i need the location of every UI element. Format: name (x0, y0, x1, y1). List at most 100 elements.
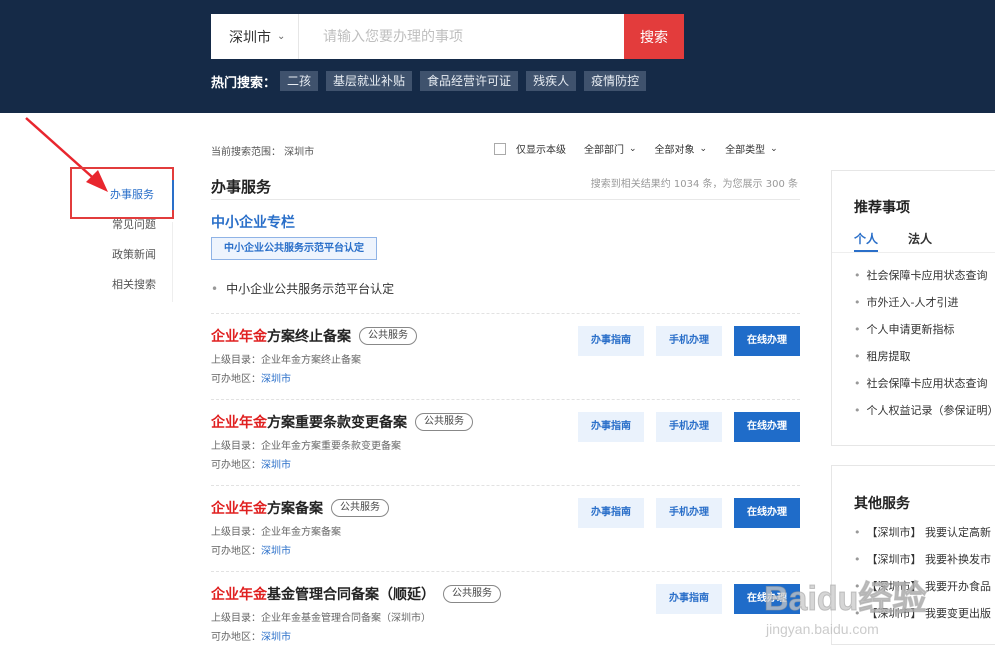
hot-tag[interactable]: 基层就业补贴 (326, 71, 413, 91)
region-label: 可办地区： (211, 460, 261, 471)
result-region: 可办地区：深圳市 (211, 542, 291, 557)
result-title[interactable]: 企业年金 方案备案 公共服务 (211, 498, 389, 518)
recommend-title: 推荐事项 (854, 200, 910, 216)
other-service-label: 【深圳市】 我要补换发市 (866, 553, 992, 566)
other-services-title: 其他服务 (854, 496, 910, 512)
result-title-highlight: 企业年金 (211, 587, 267, 603)
result-title-rest: 方案备案 (267, 501, 323, 517)
bullet-icon: • (854, 350, 861, 363)
hot-tag[interactable]: 食品经营许可证 (420, 71, 519, 91)
nav-item-related-search[interactable]: 相关搜索 (72, 270, 174, 300)
other-services-card: 其他服务 • 【深圳市】 我要认定高新 • 【深圳市】 我要补换发市 • 【深圳市】 … (831, 465, 995, 645)
hot-tag[interactable]: 二孩 (280, 71, 319, 91)
bullet-icon: • (854, 269, 861, 282)
bullet-icon: • (854, 526, 861, 539)
result-title[interactable]: 企业年金 基金管理合同备案（顺延） 公共服务 (211, 584, 501, 604)
online-handle-button[interactable]: 在线办理 (734, 326, 800, 356)
guide-button[interactable]: 办事指南 (578, 412, 644, 442)
online-handle-button[interactable]: 在线办理 (734, 412, 800, 442)
checkbox-icon (494, 142, 506, 155)
recommend-item-label: 个人权益记录（参保证明） (866, 404, 995, 417)
tab-legal-person[interactable]: 法人 (908, 230, 932, 247)
nav-item-policy-news[interactable]: 政策新闻 (72, 240, 174, 270)
result-item: 企业年金 方案重要条款变更备案 公共服务 上级目录：企业年金方案重要条款变更备案 … (211, 399, 800, 485)
bullet-icon: • (854, 607, 861, 620)
filter-target[interactable]: 全部对象 ⌄ (655, 141, 708, 157)
bullet-icon: • (854, 553, 861, 566)
result-title-rest: 基金管理合同备案（顺延） (267, 587, 435, 603)
other-service-item[interactable]: • 【深圳市】 我要补换发市 (854, 551, 991, 567)
mobile-handle-button[interactable]: 手机办理 (656, 326, 722, 356)
other-service-label: 【深圳市】 我要变更出版 (866, 607, 992, 620)
region-link[interactable]: 深圳市 (261, 374, 291, 385)
guide-button[interactable]: 办事指南 (656, 584, 722, 614)
hot-tag[interactable]: 残疾人 (526, 71, 577, 91)
result-count: 搜索到相关结果约 1034 条，为您展示 300 条 (590, 179, 798, 190)
filter-type[interactable]: 全部类型 ⌄ (725, 141, 778, 157)
city-select[interactable]: 深圳市 ⌄ (211, 14, 299, 59)
guide-button[interactable]: 办事指南 (578, 498, 644, 528)
city-label: 深圳市 (229, 29, 271, 46)
filter-department-label: 全部部门 (584, 145, 624, 156)
hot-tag[interactable]: 疫情防控 (584, 71, 647, 91)
result-item: 企业年金 方案终止备案 公共服务 上级目录：企业年金方案终止备案 可办地区：深圳市… (211, 313, 800, 399)
result-item: 企业年金 基金管理合同备案（顺延） 公共服务 上级目录：企业年金基金管理合同备案（… (211, 571, 800, 657)
bullet-icon: • (854, 404, 861, 417)
recommend-item[interactable]: • 个人权益记录（参保证明） (854, 402, 995, 418)
chevron-down-icon: ⌄ (629, 143, 637, 154)
other-service-label: 【深圳市】 我要开办食品 (866, 580, 992, 593)
other-service-item[interactable]: • 【深圳市】 我要认定高新 (854, 524, 991, 540)
bullet-icon: • (854, 580, 861, 593)
search-scope: 当前搜索范围： 深圳市 (211, 147, 315, 158)
other-service-item[interactable]: • 【深圳市】 我要开办食品 (854, 578, 991, 594)
service-badge: 公共服务 (359, 327, 417, 345)
recommend-item[interactable]: • 社会保障卡应用状态查询 (854, 375, 988, 391)
recommend-item[interactable]: • 个人申请更新指标 (854, 321, 955, 337)
bullet-icon: • (854, 323, 861, 336)
result-title-highlight: 企业年金 (211, 329, 267, 345)
search-button[interactable]: 搜索 (624, 14, 684, 59)
result-title-rest: 方案终止备案 (267, 329, 351, 345)
search-box: 深圳市 ⌄ 搜索 (211, 14, 684, 59)
result-title[interactable]: 企业年金 方案终止备案 公共服务 (211, 326, 417, 346)
result-catalog: 上级目录：企业年金方案备案 (211, 527, 341, 538)
hot-search: 热门搜索： 二孩 基层就业补贴 食品经营许可证 残疾人 疫情防控 (211, 71, 654, 91)
recommend-card: 推荐事项 个人 法人 • 社会保障卡应用状态查询 • 市外迁入-人才引进 • 个人申请… (831, 170, 995, 446)
mobile-handle-button[interactable]: 手机办理 (656, 498, 722, 528)
result-title[interactable]: 企业年金 方案重要条款变更备案 公共服务 (211, 412, 473, 432)
bullet-icon: • (211, 282, 219, 296)
online-handle-button[interactable]: 在线办理 (734, 584, 800, 614)
region-link[interactable]: 深圳市 (261, 460, 291, 471)
sme-item-label: 中小企业公共服务示范平台认定 (226, 282, 395, 296)
sme-list-item[interactable]: • 中小企业公共服务示范平台认定 (211, 280, 394, 297)
region-link[interactable]: 深圳市 (261, 632, 291, 643)
recommend-item[interactable]: • 租房提取 (854, 348, 911, 364)
region-link[interactable]: 深圳市 (261, 546, 291, 557)
recommend-item-label: 个人申请更新指标 (866, 323, 955, 336)
result-title-highlight: 企业年金 (211, 501, 267, 517)
tab-personal[interactable]: 个人 (854, 230, 879, 252)
tab-divider (832, 252, 995, 253)
result-region: 可办地区：深圳市 (211, 628, 291, 643)
recommend-item[interactable]: • 社会保障卡应用状态查询 (854, 267, 988, 283)
recommend-item[interactable]: • 市外迁入-人才引进 (854, 294, 958, 310)
filter-department[interactable]: 全部部门 ⌄ (584, 141, 637, 157)
chevron-down-icon: ⌄ (277, 31, 286, 42)
other-service-item[interactable]: • 【深圳市】 我要变更出版 (854, 605, 991, 621)
service-badge: 公共服务 (331, 499, 389, 517)
left-nav: 办事服务 常见问题 政策新闻 相关搜索 (72, 180, 174, 300)
nav-item-faq[interactable]: 常见问题 (72, 210, 174, 240)
mobile-handle-button[interactable]: 手机办理 (656, 412, 722, 442)
region-label: 可办地区： (211, 632, 261, 643)
filter-type-label: 全部类型 (725, 145, 766, 156)
hot-search-label: 热门搜索： (211, 75, 277, 91)
recommend-item-label: 租房提取 (866, 350, 911, 363)
online-handle-button[interactable]: 在线办理 (734, 498, 800, 528)
result-item: 企业年金 方案备案 公共服务 上级目录：企业年金方案备案 可办地区：深圳市 办事指… (211, 485, 800, 571)
only-level-checkbox[interactable]: 仅显示本级 (494, 141, 566, 156)
guide-button[interactable]: 办事指南 (578, 326, 644, 356)
search-input[interactable] (309, 14, 621, 59)
nav-item-services[interactable]: 办事服务 (72, 180, 174, 210)
sme-column-title[interactable]: 中小企业专栏 (211, 212, 295, 232)
sme-tag[interactable]: 中小企业公共服务示范平台认定 (211, 237, 377, 260)
